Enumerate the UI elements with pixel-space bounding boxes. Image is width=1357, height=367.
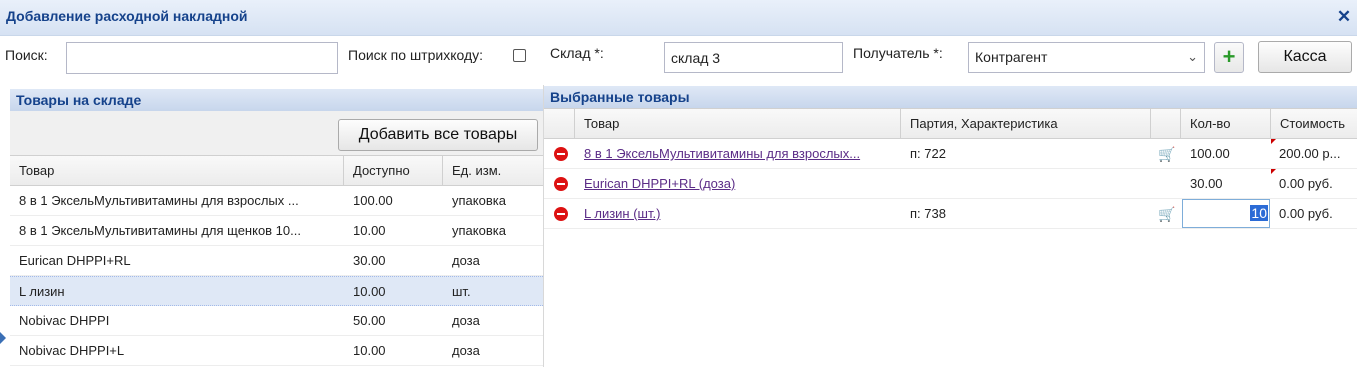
cashier-button[interactable]: Касса xyxy=(1258,41,1352,73)
product-cell: Nobivac DHPPI+L xyxy=(19,343,125,358)
stock-toolbar: Добавить все товары xyxy=(10,111,543,157)
search-label: Поиск: xyxy=(5,47,48,63)
product-cell: 8 в 1 ЭксельМультивитамины для взрослых … xyxy=(19,193,299,208)
table-row[interactable]: Nobivac DHPPI 50.00 доза xyxy=(10,306,543,336)
product-cell: Eurican DHPPI+RL (доза) xyxy=(575,169,897,198)
qty-cell[interactable]: 100.00 xyxy=(1181,139,1271,168)
product-link[interactable]: Eurican DHPPI+RL (доза) xyxy=(584,176,735,191)
column-header-product[interactable]: Товар xyxy=(575,109,901,138)
stock-grid-header: Товар Доступно Ед. изм. xyxy=(10,155,543,186)
remove-icon[interactable] xyxy=(554,177,568,191)
product-cell: Eurican DHPPI+RL xyxy=(19,253,131,268)
window-title: Добавление расходной накладной xyxy=(6,8,248,24)
product-cell: 8 в 1 ЭксельМультивитамины для взрослых.… xyxy=(575,139,897,168)
cost-cell: 200.00 р... xyxy=(1279,146,1341,161)
warehouse-label: Склад *: xyxy=(550,45,604,61)
cost-cell: 0.00 руб. xyxy=(1279,176,1333,191)
unit-cell: упаковка xyxy=(452,193,506,208)
column-header-cost[interactable]: Стоимость xyxy=(1271,109,1357,138)
close-icon[interactable]: ✕ xyxy=(1335,8,1353,26)
stock-panel-title: Товары на складе xyxy=(10,89,543,111)
plus-icon: + xyxy=(1222,44,1236,69)
cart-icon[interactable]: 🛒 xyxy=(1158,206,1175,223)
unit-cell: доза xyxy=(452,343,480,358)
window-titlebar: Добавление расходной накладной ✕ xyxy=(0,0,1357,36)
column-header-cart xyxy=(1151,109,1181,138)
available-cell: 50.00 xyxy=(353,313,386,328)
available-cell: 10.00 xyxy=(353,223,386,238)
column-header-qty[interactable]: Кол-во xyxy=(1181,109,1271,138)
table-row[interactable]: Nobivac DHPPI+L 10.00 доза xyxy=(10,336,543,366)
table-row[interactable]: L лизин 10.00 шт. xyxy=(10,276,543,306)
product-link[interactable]: L лизин (шт.) xyxy=(584,206,660,221)
batch-cell xyxy=(901,169,1147,198)
product-cell: 8 в 1 ЭксельМультивитамины для щенков 10… xyxy=(19,223,301,238)
qty-input[interactable]: 10 xyxy=(1182,199,1270,228)
qty-cell[interactable]: 30.00 xyxy=(1181,169,1271,198)
barcode-search-checkbox[interactable] xyxy=(513,49,526,62)
remove-icon[interactable] xyxy=(554,207,568,221)
search-input[interactable] xyxy=(66,42,338,74)
batch-cell: п: 722 xyxy=(910,146,946,161)
add-all-products-button[interactable]: Добавить все товары xyxy=(338,119,538,151)
add-recipient-button[interactable]: + xyxy=(1214,42,1244,73)
column-header-remove xyxy=(544,109,575,138)
selected-grid-header: Товар Партия, Характеристика Кол-во Стои… xyxy=(544,108,1357,139)
chevron-down-icon: ⌄ xyxy=(1187,49,1198,64)
column-header-batch[interactable]: Партия, Характеристика xyxy=(901,109,1151,138)
qty-input-value: 10 xyxy=(1250,205,1268,221)
table-row[interactable]: 8 в 1 ЭксельМультивитамины для взрослых … xyxy=(10,186,543,216)
selected-panel-title: Выбранные товары xyxy=(544,86,1357,108)
product-cell: L лизин (шт.) xyxy=(575,199,897,228)
product-cell: L лизин xyxy=(19,284,65,299)
column-header-available[interactable]: Доступно xyxy=(344,156,443,185)
remove-icon[interactable] xyxy=(554,147,568,161)
recipient-value: Контрагент xyxy=(975,49,1048,65)
column-header-product[interactable]: Товар xyxy=(10,156,344,185)
table-row[interactable]: Eurican DHPPI+RL (доза) 30.00 0.00 руб. xyxy=(544,169,1357,199)
column-header-unit[interactable]: Ед. изм. xyxy=(443,156,543,185)
recipient-select[interactable]: Контрагент ⌄ xyxy=(968,42,1205,73)
table-row[interactable]: 8 в 1 ЭксельМультивитамины для щенков 10… xyxy=(10,216,543,246)
unit-cell: доза xyxy=(452,313,480,328)
available-cell: 10.00 xyxy=(353,343,386,358)
barcode-search-label: Поиск по штрихкоду: xyxy=(348,47,484,63)
table-row[interactable]: 8 в 1 ЭксельМультивитамины для взрослых.… xyxy=(544,139,1357,169)
cart-icon[interactable]: 🛒 xyxy=(1158,146,1175,163)
available-cell: 100.00 xyxy=(353,193,393,208)
table-row[interactable]: L лизин (шт.) п: 738 🛒 10 0.00 руб. xyxy=(544,199,1357,229)
cost-cell: 0.00 руб. xyxy=(1279,206,1333,221)
recipient-label: Получатель *: xyxy=(853,45,943,61)
product-cell: Nobivac DHPPI xyxy=(19,313,110,328)
product-link[interactable]: 8 в 1 ЭксельМультивитамины для взрослых.… xyxy=(584,146,860,161)
unit-cell: шт. xyxy=(452,284,471,299)
batch-cell: п: 738 xyxy=(910,206,946,221)
expand-arrow-icon[interactable] xyxy=(0,332,6,344)
warehouse-field[interactable] xyxy=(664,42,843,73)
table-row[interactable]: Eurican DHPPI+RL 30.00 доза xyxy=(10,246,543,276)
unit-cell: доза xyxy=(452,253,480,268)
available-cell: 30.00 xyxy=(353,253,386,268)
available-cell: 10.00 xyxy=(353,284,386,299)
unit-cell: упаковка xyxy=(452,223,506,238)
